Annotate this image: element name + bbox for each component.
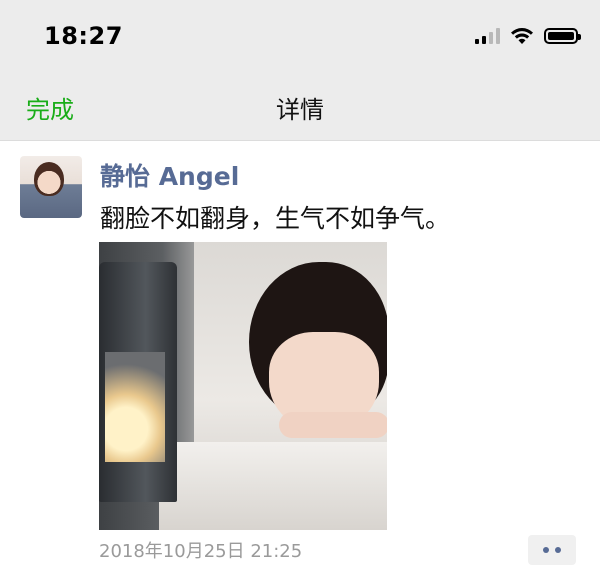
more-dots-icon[interactable] [528,535,576,565]
avatar[interactable] [20,156,82,218]
wifi-icon [511,28,533,44]
status-bar: 18:27 [0,0,600,70]
post-photo[interactable] [99,242,387,530]
battery-icon [544,28,581,44]
status-icons [475,26,581,46]
page-title: 详情 [276,96,324,124]
status-time: 18:27 [44,22,123,50]
post-timestamp: 2018年10月25日 21:25 [99,541,303,562]
nav-bar: 完成 详情 [0,70,600,141]
post-text: 翻脸不如翻身，生气不如争气。 [100,204,451,233]
post-username[interactable]: 静怡 Angel [100,157,239,193]
signal-icon [475,28,500,44]
